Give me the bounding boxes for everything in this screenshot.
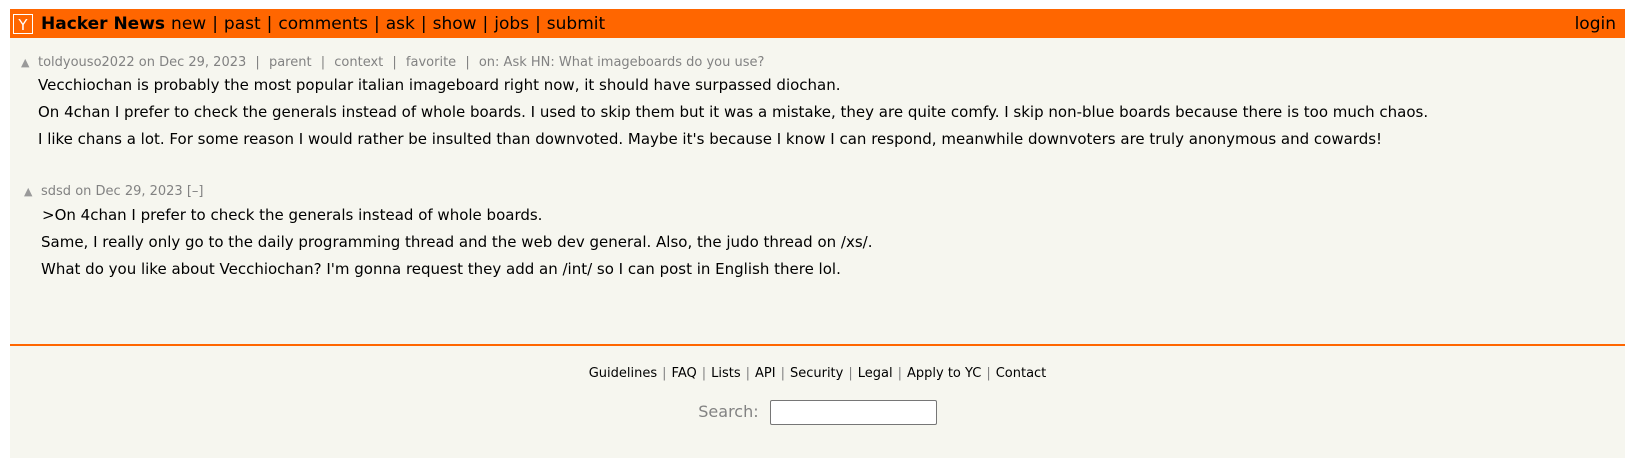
- nav-separator: |: [212, 13, 218, 34]
- nav-show[interactable]: show: [433, 14, 477, 34]
- favorite-link[interactable]: favorite: [406, 55, 456, 70]
- login-link[interactable]: login: [1575, 14, 1616, 34]
- site-name-link[interactable]: Hacker News: [41, 14, 165, 34]
- footer-link-guidelines[interactable]: Guidelines: [589, 366, 657, 381]
- footer-link-security[interactable]: Security: [790, 366, 843, 381]
- nav-new[interactable]: new: [171, 14, 206, 34]
- nav-comments[interactable]: comments: [278, 14, 368, 34]
- footer-link-lists[interactable]: Lists: [711, 366, 741, 381]
- comment-paragraph: I like chans a lot. For some reason I wo…: [38, 130, 1383, 148]
- nav-submit[interactable]: submit: [547, 14, 605, 34]
- footer-link-contact[interactable]: Contact: [996, 366, 1047, 381]
- top-bar: Y Hacker News new | past | comments | as…: [10, 9, 1625, 38]
- comment-paragraph: Same, I really only go to the daily prog…: [41, 233, 873, 251]
- story-link[interactable]: on: Ask HN: What imageboards do you use?: [479, 55, 765, 70]
- comment-paragraph: Vecchiochan is probably the most popular…: [38, 76, 841, 94]
- nav-past[interactable]: past: [224, 14, 261, 34]
- comment-meta: toldyouso2022 on Dec 29, 2023 | parent |…: [38, 55, 765, 70]
- comment-time[interactable]: on Dec 29, 2023: [139, 55, 247, 70]
- nav-separator: |: [266, 13, 273, 34]
- collapse-toggle[interactable]: [–]: [187, 184, 204, 199]
- footer-divider: [10, 344, 1625, 346]
- footer-link-apply[interactable]: Apply to YC: [907, 366, 981, 381]
- comment-text: Vecchiochan is probably the most popular…: [38, 72, 1428, 153]
- search-label: Search:: [698, 402, 759, 421]
- search-form: Search:: [10, 400, 1625, 425]
- upvote-arrow-icon[interactable]: ▲: [24, 185, 32, 198]
- nav-separator: |: [420, 13, 427, 34]
- comment-paragraph: On 4chan I prefer to check the generals …: [38, 103, 1429, 121]
- comment-meta: sdsd on Dec 29, 2023 [–]: [41, 184, 204, 199]
- page-container: Y Hacker News new | past | comments | as…: [10, 9, 1625, 458]
- comment-time[interactable]: on Dec 29, 2023: [75, 184, 183, 199]
- nav-separator: |: [535, 13, 541, 34]
- comment-user[interactable]: toldyouso2022: [38, 55, 135, 70]
- nav-separator: |: [482, 13, 489, 34]
- context-link[interactable]: context: [334, 55, 383, 70]
- search-input[interactable]: [769, 400, 937, 425]
- footer-link-api[interactable]: API: [755, 366, 776, 381]
- comment-user[interactable]: sdsd: [41, 184, 71, 199]
- footer-link-legal[interactable]: Legal: [858, 366, 893, 381]
- nav-separator: |: [374, 13, 380, 34]
- y-logo-icon[interactable]: Y: [13, 13, 33, 34]
- parent-link[interactable]: parent: [269, 55, 312, 70]
- comment-paragraph: >On 4chan I prefer to check the generals…: [42, 206, 543, 224]
- footer-links: Guidelines | FAQ | Lists | API | Security | Legal |…: [588, 366, 1047, 381]
- comment-paragraph: What do you like about Vecchiochan? I'm …: [41, 260, 841, 278]
- nav-jobs[interactable]: jobs: [494, 14, 529, 34]
- upvote-arrow-icon[interactable]: ▲: [21, 56, 29, 69]
- nav-ask[interactable]: ask: [386, 14, 415, 34]
- comment-text: >On 4chan I prefer to check the generals…: [41, 202, 872, 283]
- footer-link-faq[interactable]: FAQ: [672, 366, 697, 381]
